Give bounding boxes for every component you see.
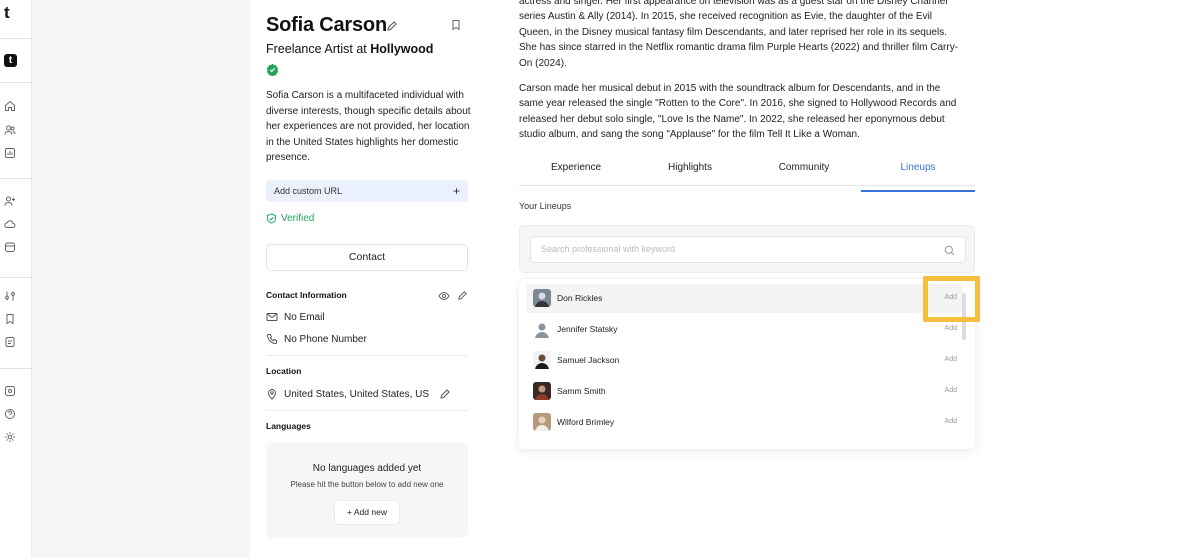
- person-name: Samm Smith: [557, 386, 606, 396]
- mail-icon: [266, 313, 278, 321]
- bookmark-icon[interactable]: [4, 313, 16, 325]
- app-logo[interactable]: t: [4, 3, 10, 23]
- rail-divider: [0, 368, 32, 369]
- settings-icon[interactable]: [4, 431, 16, 443]
- add-to-lineup-button[interactable]: Add: [945, 325, 957, 332]
- bio-paragraph: actress and singer. Her first appearance…: [519, 0, 959, 69]
- location-row: United States, United States, US: [266, 388, 451, 400]
- list-item[interactable]: Samuel Jackson Add: [526, 346, 963, 375]
- avatar: [533, 413, 551, 431]
- person-name: Wilford Brimley: [557, 417, 615, 427]
- profile-company: Hollywood: [370, 42, 434, 56]
- person-name: Don Rickles: [557, 293, 603, 303]
- avatar: [533, 289, 551, 307]
- tab-community[interactable]: Community: [747, 157, 861, 185]
- home-icon[interactable]: [4, 100, 16, 112]
- chart-icon[interactable]: [4, 147, 16, 159]
- list-item[interactable]: Don Rickles Add: [526, 284, 963, 313]
- rail-divider: [0, 38, 32, 39]
- edit-contact-pencil-icon[interactable]: [457, 288, 468, 300]
- profile-name: Sofia Carson: [266, 14, 387, 36]
- professional-search-input[interactable]: Search professional with keyword: [530, 236, 966, 263]
- list-item[interactable]: Jennifer Statsky Add: [526, 315, 963, 344]
- document-icon[interactable]: [4, 336, 16, 348]
- avatar: [533, 351, 551, 369]
- section-divider: [266, 355, 468, 356]
- list-item[interactable]: Samm Smith Add: [526, 377, 963, 406]
- list-item[interactable]: Wilford Brimley Add: [526, 408, 963, 437]
- profile-panel: Sofia Carson Freelance Artist at Hollywo…: [250, 0, 484, 558]
- bio-paragraph: Carson made her musical debut in 2015 wi…: [519, 83, 957, 141]
- verified-label: Verified: [281, 213, 315, 224]
- location-heading: Location: [266, 366, 302, 376]
- phone-value: No Phone Number: [284, 333, 367, 345]
- add-to-lineup-button[interactable]: Add: [945, 387, 957, 394]
- tab-experience[interactable]: Experience: [519, 157, 633, 185]
- save-profile-bookmark-icon[interactable]: [448, 17, 464, 33]
- plus-icon[interactable]: +: [453, 180, 460, 202]
- phone-row: No Phone Number: [266, 333, 367, 345]
- rail-divider: [0, 82, 32, 83]
- cloud-icon[interactable]: [4, 218, 16, 230]
- add-to-lineup-button[interactable]: Add: [945, 356, 957, 363]
- tab-highlights[interactable]: Highlights: [633, 157, 747, 185]
- user-add-icon[interactable]: [4, 195, 16, 207]
- shield-check-icon: [267, 213, 276, 224]
- lineup-suggestions-dropdown: Don Rickles Add Jennifer Statsky Add Sam…: [519, 279, 975, 449]
- email-row: No Email: [266, 311, 325, 323]
- person-name: Samuel Jackson: [557, 355, 620, 365]
- search-container: Search professional with keyword: [519, 225, 975, 273]
- languages-empty-hint: Please hit the button below to add new o…: [290, 480, 444, 489]
- person-name: Jennifer Statsky: [557, 324, 618, 334]
- edit-name-pencil-icon[interactable]: [386, 19, 398, 31]
- verified-status: Verified: [266, 213, 314, 224]
- add-language-button[interactable]: + Add new: [334, 500, 400, 525]
- main-content: actress and singer. Her first appearance…: [484, 0, 1202, 558]
- languages-heading: Languages: [266, 421, 311, 431]
- sliders-icon[interactable]: [4, 290, 16, 302]
- profile-tabs: Experience Highlights Community Lineups: [519, 157, 975, 192]
- help-icon[interactable]: [4, 408, 16, 420]
- verified-badge-icon: [266, 63, 279, 77]
- rail-divider: [0, 277, 32, 278]
- add-custom-url-button[interactable]: Add custom URL +: [266, 180, 468, 202]
- contact-info-heading: Contact Information: [266, 290, 347, 300]
- phone-icon: [266, 334, 277, 345]
- tab-lineups[interactable]: Lineups: [861, 157, 975, 192]
- eye-icon[interactable]: [438, 289, 450, 301]
- workspace-logo[interactable]: t: [4, 54, 17, 67]
- highlight-annotation: [923, 276, 980, 322]
- lineups-heading: Your Lineups: [519, 201, 572, 211]
- map-pin-icon: [267, 389, 277, 400]
- avatar: [533, 320, 551, 338]
- archive-icon[interactable]: [4, 241, 16, 253]
- location-value: United States, United States, US: [284, 388, 430, 400]
- section-divider: [266, 410, 468, 411]
- rail-divider: [0, 178, 32, 179]
- contact-button[interactable]: Contact: [266, 244, 468, 271]
- languages-empty-state: No languages added yet Please hit the bu…: [266, 442, 468, 538]
- edit-location-pencil-icon[interactable]: [439, 388, 451, 400]
- avatar: [533, 382, 551, 400]
- custom-url-label: Add custom URL: [274, 186, 343, 196]
- users-icon[interactable]: [4, 124, 16, 136]
- sidebar-rail: t t: [0, 0, 32, 558]
- profile-title: Freelance Artist at Hollywood: [266, 42, 433, 56]
- languages-empty-title: No languages added yet: [312, 463, 422, 474]
- profile-bio: Sofia Carson is a multifaceted individua…: [266, 90, 471, 164]
- email-value: No Email: [284, 311, 325, 323]
- puzzle-icon[interactable]: [4, 385, 16, 397]
- profile-title-prefix: Freelance Artist at: [266, 42, 367, 56]
- add-to-lineup-button[interactable]: Add: [945, 418, 957, 425]
